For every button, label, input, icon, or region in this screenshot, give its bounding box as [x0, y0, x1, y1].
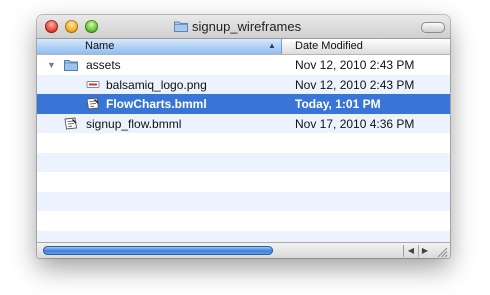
scrollbar-thumb[interactable] [43, 246, 273, 255]
toolbar-toggle-button[interactable] [421, 22, 445, 33]
png-file-icon [86, 80, 100, 88]
minimize-button[interactable] [65, 20, 78, 33]
empty-row [37, 133, 450, 153]
bmml-file-icon [86, 97, 100, 110]
file-name: signup_flow.bmml [86, 116, 182, 131]
file-date: Today, 1:01 PM [295, 97, 381, 111]
bmml-file-icon [64, 117, 78, 129]
file-date: Nov 17, 2010 4:36 PM [295, 116, 415, 131]
file-name: assets [86, 58, 121, 72]
zoom-button[interactable] [85, 20, 98, 33]
title-bar[interactable]: signup_wireframes [37, 15, 450, 39]
horizontal-scrollbar[interactable]: ◀ ▶ [37, 242, 450, 258]
empty-row [37, 152, 450, 172]
empty-row [37, 191, 450, 211]
finder-window: signup_wireframes Name ▲ Date Modified ▼… [37, 15, 450, 258]
file-row-assets[interactable]: ▼ assets Nov 12, 2010 2:43 PM [37, 55, 450, 75]
resize-grip-icon[interactable] [434, 245, 448, 258]
file-list: ▼ assets Nov 12, 2010 2:43 PM balsamiq_l… [37, 55, 450, 242]
file-date: Nov 12, 2010 2:43 PM [295, 77, 415, 92]
file-name: FlowCharts.bmml [106, 97, 207, 111]
window-title: signup_wireframes [192, 19, 302, 34]
file-date: Nov 12, 2010 2:43 PM [295, 58, 415, 72]
empty-row [37, 211, 450, 231]
file-row-signup-flow[interactable]: signup_flow.bmml Nov 17, 2010 4:36 PM [37, 113, 450, 133]
close-button[interactable] [45, 20, 58, 33]
column-header-date[interactable]: Date Modified [295, 40, 363, 52]
folder-icon [64, 60, 78, 71]
empty-row [37, 172, 450, 192]
file-row-balsamiq-logo[interactable]: balsamiq_logo.png Nov 12, 2010 2:43 PM [37, 74, 450, 94]
sort-ascending-icon: ▲ [268, 41, 276, 50]
column-header-name[interactable]: Name ▲ [37, 39, 282, 54]
file-name: balsamiq_logo.png [106, 77, 207, 92]
scroll-right-arrow-icon[interactable]: ▶ [418, 245, 431, 257]
folder-icon [174, 21, 188, 32]
disclosure-triangle-icon[interactable]: ▼ [47, 60, 56, 70]
empty-row [37, 230, 450, 242]
scroll-left-arrow-icon[interactable]: ◀ [405, 245, 417, 257]
file-row-flowcharts[interactable]: FlowCharts.bmml Today, 1:01 PM [37, 94, 450, 114]
scrollbar-track-end [397, 245, 404, 257]
column-header-bar: Name ▲ Date Modified [37, 39, 450, 55]
column-header-name-label: Name [85, 40, 115, 52]
